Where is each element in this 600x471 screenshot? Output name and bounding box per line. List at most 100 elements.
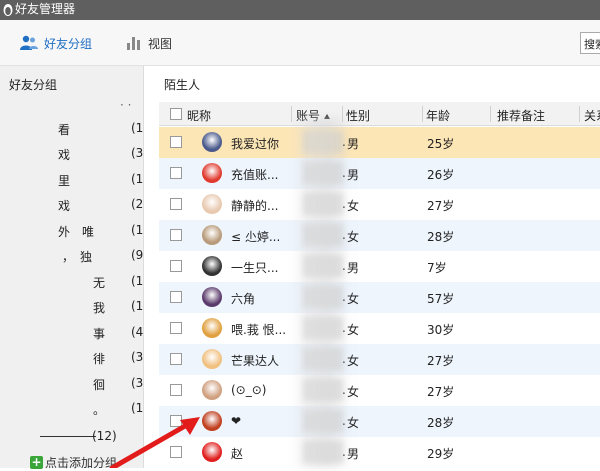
group-count: (2 — [131, 197, 144, 211]
avatar — [202, 163, 222, 183]
add-group-label: 点击添加分组 — [45, 456, 118, 470]
row-checkbox[interactable] — [170, 384, 182, 396]
penguin-icon — [3, 4, 13, 16]
row-checkbox[interactable] — [170, 260, 182, 272]
group-count: (3 — [131, 350, 144, 364]
row-checkbox[interactable] — [170, 167, 182, 179]
table-row[interactable]: 我爱过你.男25岁 — [159, 127, 600, 158]
bar-chart-icon — [127, 37, 140, 50]
table-row[interactable]: 充值账....男26岁 — [159, 158, 600, 189]
age-cell: 27岁 — [427, 199, 455, 213]
avatar — [202, 411, 222, 431]
age-cell: 25岁 — [427, 137, 455, 151]
group-name[interactable]: 外 唯 — [58, 223, 94, 240]
group-name[interactable]: 事 — [93, 325, 105, 342]
nickname-cell: 六角 — [231, 292, 256, 306]
nickname-cell: 我爱过你 — [231, 137, 280, 151]
group-count: (1 — [131, 121, 144, 135]
avatar — [202, 442, 222, 462]
row-checkbox[interactable] — [170, 291, 182, 303]
col-age[interactable]: 年龄 — [426, 107, 450, 124]
age-cell: 28岁 — [427, 416, 455, 430]
avatar — [202, 225, 222, 245]
row-checkbox[interactable] — [170, 415, 182, 427]
table-row[interactable]: 静静的....女27岁 — [159, 189, 600, 220]
group-count: (1 — [131, 299, 144, 313]
view-button[interactable]: 视图 — [126, 33, 172, 53]
row-checkbox[interactable] — [170, 198, 182, 210]
group-count: (3 — [131, 376, 144, 390]
friends-group-button[interactable]: 好友分组 — [20, 33, 92, 53]
redacted-accounts — [292, 118, 352, 468]
table-row[interactable]: (⊙_⊙).女27岁 — [159, 375, 600, 406]
age-cell: 7岁 — [427, 261, 447, 275]
nickname-cell: (⊙_⊙) — [231, 383, 267, 397]
avatar — [202, 318, 222, 338]
group-count: (1 — [131, 274, 144, 288]
table-row[interactable]: 一生只....男7岁 — [159, 251, 600, 282]
col-relation[interactable]: 关系 — [584, 107, 600, 124]
group-count: (9 — [131, 248, 144, 262]
col-nickname[interactable]: 昵称 — [187, 107, 211, 124]
nickname-cell: 芒果达人 — [231, 354, 280, 368]
table-row[interactable]: 六角.女57岁 — [159, 282, 600, 313]
sidebar-title: 好友分组 — [9, 78, 58, 92]
add-group-button[interactable]: + 点击添加分组 — [30, 454, 117, 471]
group-count: (12) — [92, 429, 117, 443]
nickname-cell: ≤ 尐婷... — [231, 230, 281, 244]
avatar — [202, 132, 222, 152]
age-cell: 27岁 — [427, 354, 455, 368]
group-count: (1 — [131, 223, 144, 237]
plus-icon: + — [30, 455, 43, 469]
group-name[interactable]: 无 — [93, 274, 105, 291]
toolbar: 好友分组 视图 搜索 — [0, 20, 600, 66]
group-name[interactable]: 徊 — [93, 376, 105, 393]
avatar — [202, 287, 222, 307]
group-name[interactable]: 里 — [58, 172, 70, 189]
column-divider[interactable] — [422, 106, 423, 122]
col-remark[interactable]: 推荐备注 — [497, 107, 545, 124]
group-name[interactable]: 看 — [58, 121, 70, 138]
age-cell: 26岁 — [427, 168, 455, 182]
age-cell: 27岁 — [427, 385, 455, 399]
nickname-cell: 赵 — [231, 447, 244, 461]
nickname-cell: 静静的... — [231, 199, 279, 213]
search-input[interactable]: 搜索 — [580, 32, 600, 54]
table-header: 昵称 账号 性别 年龄 推荐备注 关系 — [159, 102, 600, 126]
group-name[interactable]: 。 — [93, 401, 105, 418]
group-name[interactable]: 我 — [93, 299, 105, 316]
view-label: 视图 — [148, 36, 173, 51]
table-row[interactable]: 芒果达人.女27岁 — [159, 344, 600, 375]
nickname-cell: 一生只... — [231, 261, 279, 275]
line-glyph — [40, 436, 96, 437]
row-checkbox[interactable] — [170, 229, 182, 241]
nickname-cell: ❤ — [231, 414, 242, 428]
group-count: (4 — [131, 325, 144, 339]
select-all-checkbox[interactable] — [170, 108, 182, 120]
scroll-dots: · · — [120, 98, 132, 112]
row-checkbox[interactable] — [170, 353, 182, 365]
column-divider[interactable] — [579, 106, 580, 122]
age-cell: 28岁 — [427, 230, 455, 244]
row-checkbox[interactable] — [170, 322, 182, 334]
group-name[interactable]: ， 独 — [62, 248, 92, 265]
group-name[interactable]: 徘 — [93, 350, 105, 367]
nickname-cell: 喂.莪 恨... — [231, 323, 287, 337]
avatar — [202, 256, 222, 276]
group-name[interactable]: 戏 — [58, 197, 70, 214]
column-divider[interactable] — [490, 106, 491, 122]
table-row[interactable]: ❤.女28岁 — [159, 406, 600, 437]
table-row[interactable]: 赵.男29岁 — [159, 437, 600, 468]
group-sidebar: 好友分组 · · 看 (1 戏 (3 里 (1 戏 (2 外 唯 (1 ， 独 … — [0, 66, 144, 471]
group-title: 陌生人 — [164, 78, 201, 92]
age-cell: 57岁 — [427, 292, 455, 306]
avatar — [202, 194, 222, 214]
table-row[interactable]: 喂.莪 恨....女30岁 — [159, 313, 600, 344]
row-checkbox[interactable] — [170, 446, 182, 458]
age-cell: 29岁 — [427, 447, 455, 461]
avatar — [202, 380, 222, 400]
age-cell: 30岁 — [427, 323, 455, 337]
group-name[interactable]: 戏 — [58, 146, 70, 163]
table-row[interactable]: ≤ 尐婷....女28岁 — [159, 220, 600, 251]
row-checkbox[interactable] — [170, 136, 182, 148]
